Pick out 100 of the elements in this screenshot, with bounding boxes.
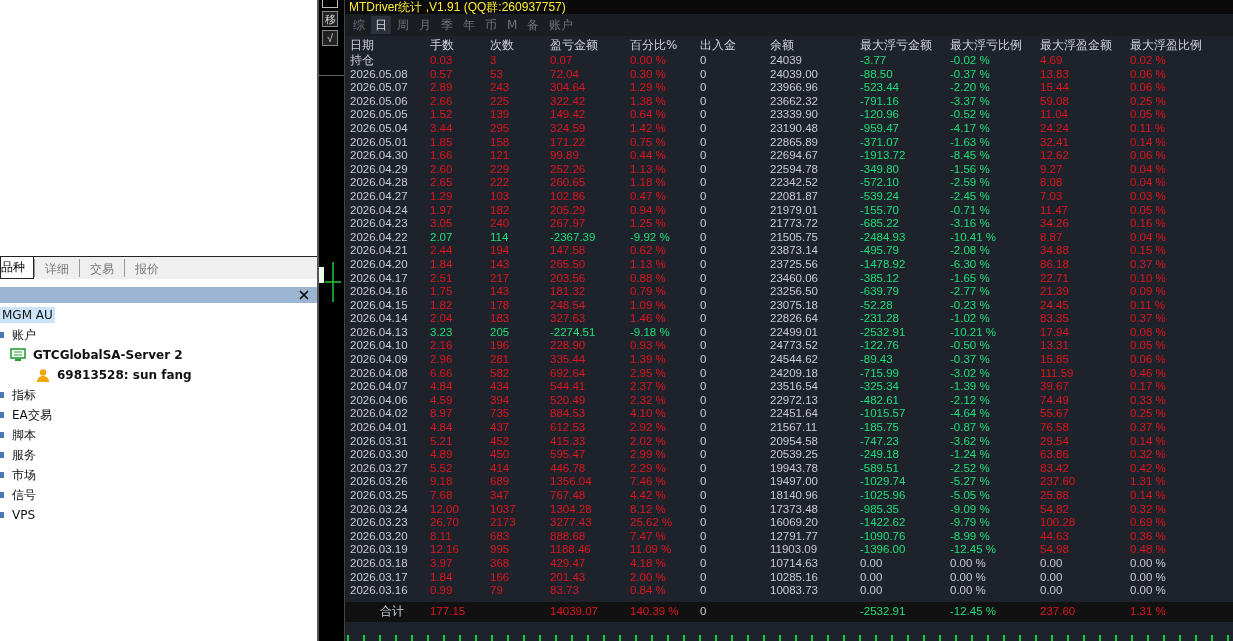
column-header: 余额 xyxy=(770,39,795,54)
tree-item[interactable]: VPS xyxy=(10,507,38,523)
table-cell-text: 2026.04.17 xyxy=(350,271,409,286)
period-tab[interactable]: 月 xyxy=(415,16,435,34)
tree-item[interactable]: 市场 xyxy=(10,465,38,485)
table-cell-text: -9.79 % xyxy=(950,516,991,530)
table-cell-text: 1.13 % xyxy=(630,257,667,272)
table-cell-text: 0.11 % xyxy=(1130,298,1166,313)
table-cell-text: 2.04 xyxy=(430,312,454,326)
table-cell-text: 111.59 xyxy=(1040,366,1075,381)
table-cell-text: 201.43 xyxy=(550,570,587,585)
table-cell-text: 0 xyxy=(700,380,708,394)
panel-tab[interactable]: 交易 xyxy=(79,259,124,277)
table-cell-text: 0.57 xyxy=(430,67,454,82)
table-cell-text: 0.00 % xyxy=(950,584,987,598)
table-cell-text: 7.03 xyxy=(1040,189,1064,204)
table-cell-text: 2026.05.05 xyxy=(350,108,409,122)
table-cell-text: 7.68 xyxy=(430,489,454,503)
table-cell-text: 735 xyxy=(490,407,511,422)
table-cell-text: 5.21 xyxy=(430,434,454,449)
table-cell-text: -52.28 xyxy=(860,298,894,313)
table-cell-text: 252.26 xyxy=(550,162,587,177)
table-cell-text: 1.66 xyxy=(430,149,454,163)
period-tab[interactable]: 币 xyxy=(481,16,501,34)
table-cell-text: -9.18 % xyxy=(630,325,671,340)
table-cell-text: 429.47 xyxy=(550,556,587,571)
table-cell-text: 8.08 xyxy=(1040,176,1064,190)
table-cell-text: 24773.52 xyxy=(770,339,819,354)
table-cell-text: 0 xyxy=(700,393,708,408)
panel-tab[interactable]: 报价 xyxy=(124,259,169,277)
table-cell-text: -523.44 xyxy=(860,81,900,95)
table-cell-text: -0.37 % xyxy=(950,353,991,367)
table-cell-text: 0.30 % xyxy=(630,67,667,82)
table-cell-text: 4.10 % xyxy=(630,407,667,422)
table-cell-text: 0 xyxy=(700,257,708,272)
table-cell-text: 0 xyxy=(700,176,708,190)
table-cell-text: 2026.04.06 xyxy=(350,393,409,408)
period-tab[interactable]: 季 xyxy=(437,16,457,34)
table-cell-text: 0.00 % xyxy=(1130,556,1167,571)
period-tab[interactable]: 日 xyxy=(371,16,391,34)
period-tab[interactable]: 备 xyxy=(523,16,544,34)
table-cell-text: 2.96 xyxy=(430,353,454,367)
table-cell-text: 103 xyxy=(490,189,511,204)
period-tab[interactable]: 周 xyxy=(393,16,413,34)
table-cell-text: 222 xyxy=(490,176,511,190)
table-cell-text: 10285.16 xyxy=(770,570,819,585)
table-cell-text: 0 xyxy=(700,543,708,557)
tree-item[interactable]: 账户 xyxy=(10,325,38,345)
table-cell-text: 0.37 % xyxy=(1130,312,1167,326)
table-cell-text: -349.80 xyxy=(860,162,900,177)
period-tab[interactable]: 账户 xyxy=(545,16,578,34)
tree-item[interactable]: MGM AU xyxy=(0,307,55,323)
table-cell-text: 281 xyxy=(490,353,511,367)
column-header: 日期 xyxy=(350,39,375,54)
table-cell-text: 持仓 xyxy=(350,54,375,68)
period-tab[interactable]: 综 xyxy=(349,16,369,34)
table-cell-text: 0.04 % xyxy=(1130,162,1167,177)
toolbar-button[interactable]: 移 xyxy=(322,11,338,27)
tree-item[interactable]: GTCGlobalSA-Server 2 xyxy=(31,347,185,363)
tree-item[interactable]: 指标 xyxy=(10,385,38,405)
tree-item[interactable]: 脚本 xyxy=(10,425,38,445)
table-cell-text: 13.31 xyxy=(1040,339,1070,354)
table-cell-text: 437 xyxy=(490,421,511,435)
table-cell-text: 23256.50 xyxy=(770,285,819,299)
table-cell-text: 2026.03.20 xyxy=(350,529,409,544)
panel-tab[interactable]: 详细 xyxy=(34,259,79,277)
table-cell-text: 434 xyxy=(490,380,511,394)
tree-item[interactable]: EA交易 xyxy=(10,405,54,425)
tree-item[interactable]: 信号 xyxy=(10,485,38,505)
table-cell-text: 0 xyxy=(700,162,708,177)
close-icon[interactable] xyxy=(299,290,309,300)
table-cell-text: 995 xyxy=(490,543,511,557)
table-cell-text: 59.08 xyxy=(1040,94,1070,109)
toolbar-button[interactable]: √ xyxy=(322,30,338,46)
table-cell-text: 0 xyxy=(700,203,708,218)
table-cell-text: -4.64 % xyxy=(950,407,991,422)
table-cell-text: 248.54 xyxy=(550,298,587,313)
table-cell-text: 10083.73 xyxy=(770,584,819,598)
table-cell-text: 2.95 % xyxy=(630,366,667,381)
table-cell-text: 243 xyxy=(490,81,511,95)
tree-item[interactable]: 69813528: sun fang xyxy=(55,367,194,383)
toolbar-button[interactable] xyxy=(322,0,338,8)
table-cell-text: 86.18 xyxy=(1040,257,1070,272)
table-cell-text: 2.92 % xyxy=(630,421,667,435)
table-cell-text: 23725.56 xyxy=(770,257,819,272)
tree-item[interactable]: 服务 xyxy=(10,445,38,465)
table-cell-text: -959.47 xyxy=(860,121,900,136)
table-cell-text: 322.42 xyxy=(550,94,587,109)
panel-tab[interactable]: 品种 xyxy=(0,257,34,279)
period-tab[interactable]: M xyxy=(503,16,522,34)
table-cell-text: 102.86 xyxy=(550,189,587,204)
table-cell-text: 22.71 xyxy=(1040,271,1070,286)
table-cell-text: -1.02 % xyxy=(950,312,991,326)
node-icon xyxy=(0,409,5,421)
table-cell-text: 692.64 xyxy=(550,366,587,381)
table-cell-text: 0.06 % xyxy=(1130,353,1167,367)
table-cell-text: 0 xyxy=(700,529,708,544)
table-cell-text: -120.96 xyxy=(860,108,900,122)
period-tab[interactable]: 年 xyxy=(459,16,479,34)
table-cell-text: 450 xyxy=(490,448,511,462)
